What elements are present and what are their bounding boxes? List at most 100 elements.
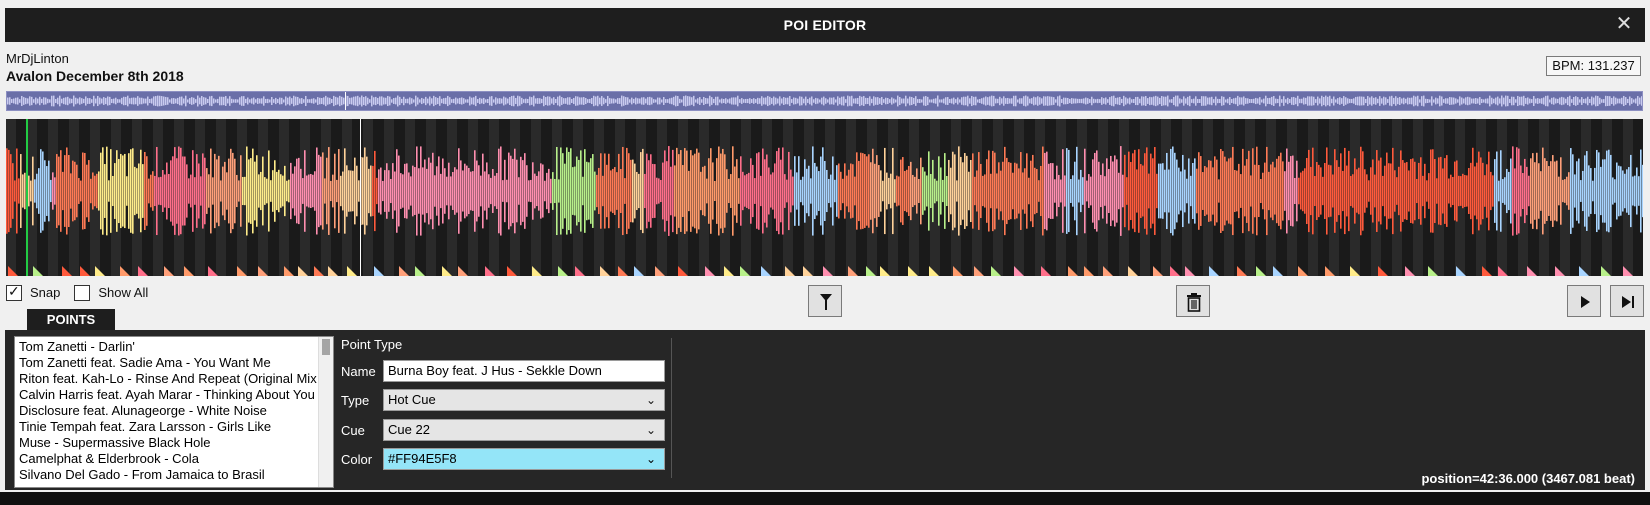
overview-bar: [393, 98, 395, 104]
wave-bar: [1334, 149, 1336, 233]
overview-bar: [1279, 95, 1281, 107]
overview-bar: [1591, 96, 1593, 106]
wave-bar: [1082, 177, 1084, 205]
list-item[interactable]: Tom Zanetti feat. Sadie Ama - You Want M…: [19, 355, 317, 371]
list-item[interactable]: Silvano Del Gado - From Jamaica to Brasi…: [19, 467, 317, 483]
name-field[interactable]: Burna Boy feat. J Hus - Sekkle Down: [383, 360, 665, 382]
list-item[interactable]: Riton feat. Kah-Lo - Rinse And Repeat (O…: [19, 371, 317, 387]
overview-bar: [1043, 96, 1045, 106]
cue-marker[interactable]: [458, 266, 468, 276]
cue-marker[interactable]: [80, 266, 90, 276]
wave-bar: [586, 161, 588, 221]
overview-bar: [1439, 95, 1441, 107]
cue-marker[interactable]: [328, 266, 338, 276]
overview-bar: [675, 95, 677, 107]
overview-bar: [817, 98, 819, 104]
cue-marker[interactable]: [1256, 266, 1266, 276]
cue-marker[interactable]: [1273, 266, 1283, 276]
overview-bar: [755, 99, 757, 103]
overview-bar: [279, 97, 281, 105]
list-item[interactable]: Camelphat & Elderbrook - Cola: [19, 451, 317, 467]
wave-bar: [1582, 170, 1584, 212]
list-item[interactable]: Disclosure feat. Alunageorge - White Noi…: [19, 403, 317, 419]
overview-bar: [981, 98, 983, 104]
list-item[interactable]: Tom Zanetti - Darlin': [19, 339, 317, 355]
points-list[interactable]: Tom Zanetti - Darlin' Tom Zanetti feat. …: [14, 336, 334, 488]
cue-marker[interactable]: [1209, 266, 1219, 276]
wave-bar: [140, 149, 142, 233]
overview-bar: [1429, 99, 1431, 103]
wave-bar: [118, 158, 120, 224]
wave-bar: [382, 180, 384, 202]
waveform-overview[interactable]: [6, 91, 1643, 111]
delete-button[interactable]: [1176, 285, 1210, 317]
overview-bar: [1617, 98, 1619, 104]
overview-bar: [955, 99, 957, 103]
cue-marker[interactable]: [1298, 266, 1308, 276]
cue-marker[interactable]: [705, 266, 715, 276]
scrollbar-thumb[interactable]: [322, 339, 330, 355]
overview-bar: [1249, 99, 1251, 103]
overview-bar: [67, 96, 69, 106]
wave-bar: [1042, 146, 1044, 236]
list-item[interactable]: Muse - Supermassive Black Hole: [19, 435, 317, 451]
wave-bar: [1098, 161, 1100, 221]
cue-marker[interactable]: [33, 266, 43, 276]
overview-bar: [1453, 97, 1455, 105]
overview-bar: [1291, 97, 1293, 105]
color-select[interactable]: #FF94E5F8 ⌄: [383, 448, 665, 470]
list-item[interactable]: Calvin Harris feat. Ayah Marar - Thinkin…: [19, 387, 317, 403]
wave-bar: [1228, 158, 1230, 224]
tab-points[interactable]: POINTS: [27, 309, 115, 331]
waveform-detail[interactable]: [6, 119, 1643, 276]
overview-bar: [519, 96, 521, 106]
play-button[interactable]: [1567, 285, 1601, 317]
show-all-checkbox[interactable]: [74, 284, 91, 301]
overview-bar: [681, 99, 683, 103]
overview-bar: [1443, 99, 1445, 103]
add-marker-button[interactable]: [808, 285, 842, 317]
cue-marker[interactable]: [138, 266, 148, 276]
overview-bar: [203, 97, 205, 105]
cue-marker[interactable]: [415, 266, 425, 276]
wave-bar: [268, 150, 270, 232]
wave-bar: [336, 179, 338, 203]
wave-bar: [246, 146, 248, 236]
cue-marker[interactable]: [1128, 266, 1138, 276]
cue-marker[interactable]: [1482, 266, 1492, 276]
cue-marker[interactable]: [120, 266, 130, 276]
overview-bar: [557, 96, 559, 106]
overview-bar: [935, 98, 937, 104]
snap-checkbox[interactable]: ✓: [6, 283, 22, 301]
cue-marker[interactable]: [1170, 266, 1180, 276]
overview-bar: [913, 97, 915, 105]
wave-bar: [180, 147, 182, 235]
overview-bar: [223, 96, 225, 106]
overview-bar: [715, 96, 717, 106]
cue-marker[interactable]: [1527, 266, 1537, 276]
cue-marker[interactable]: [1068, 266, 1078, 276]
overview-bar: [1385, 97, 1387, 105]
cue-marker[interactable]: [164, 266, 174, 276]
cue-select[interactable]: Cue 22 ⌄: [383, 419, 665, 441]
wave-bar: [778, 147, 780, 235]
cue-marker[interactable]: [600, 266, 610, 276]
overview-bar: [1089, 99, 1091, 103]
cue-marker[interactable]: [374, 266, 384, 276]
skip-to-end-button[interactable]: [1610, 285, 1644, 317]
overview-bar: [1093, 98, 1095, 104]
wave-bar: [1398, 166, 1400, 216]
cue-marker[interactable]: [184, 266, 194, 276]
list-scrollbar[interactable]: [318, 337, 333, 487]
cue-marker[interactable]: [1378, 266, 1388, 276]
cue-marker[interactable]: [1041, 266, 1051, 276]
overview-bar: [287, 97, 289, 105]
overview-bar: [1463, 98, 1465, 104]
close-icon[interactable]: ✕: [1613, 13, 1635, 35]
overview-bar: [633, 98, 635, 104]
cue-marker[interactable]: [558, 266, 568, 276]
cue-marker[interactable]: [1084, 266, 1094, 276]
list-item[interactable]: Tinie Tempah feat. Zara Larsson - Girls …: [19, 419, 317, 435]
type-select[interactable]: Hot Cue ⌄: [383, 389, 665, 411]
overview-bar: [245, 98, 247, 104]
